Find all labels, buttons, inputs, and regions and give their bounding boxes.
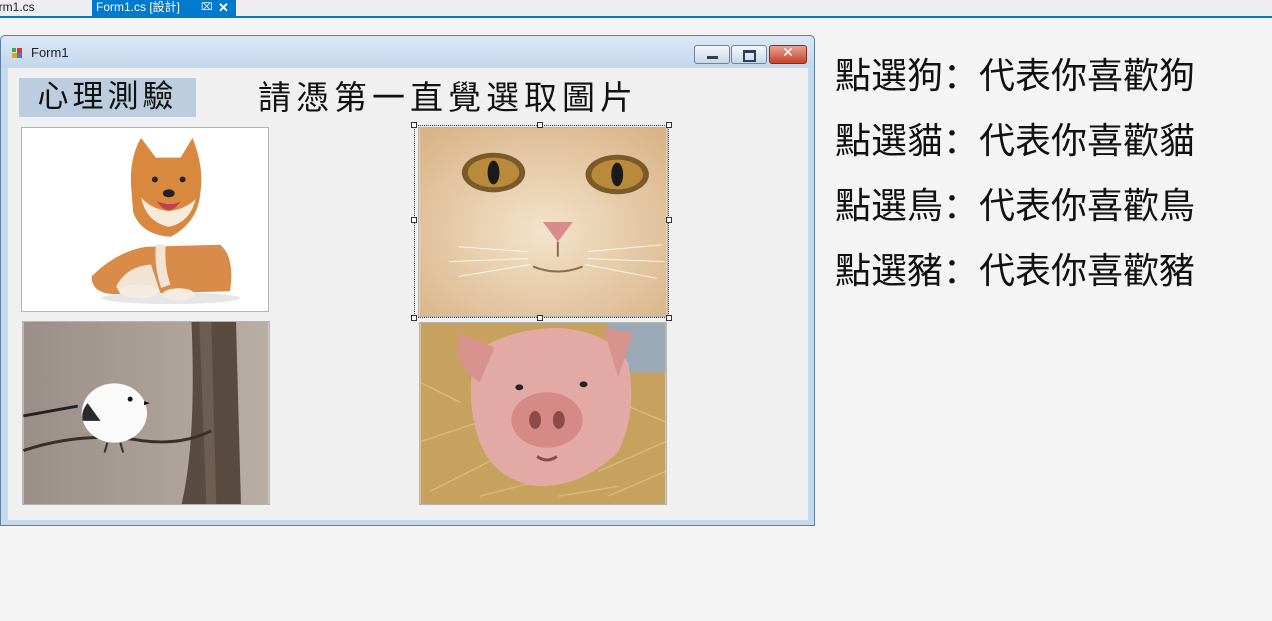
resize-handle[interactable] (411, 122, 417, 128)
form-app-icon (12, 48, 24, 60)
maximize-icon (743, 50, 756, 62)
pin-icon[interactable]: ⌧ (201, 0, 213, 15)
resize-handle[interactable] (411, 315, 417, 321)
form-client-area: 心理測驗 請憑第一直覺選取圖片 (8, 68, 808, 520)
picturebox-bird[interactable] (22, 321, 270, 505)
cat-image (419, 128, 667, 316)
close-button[interactable]: ✕ (769, 45, 807, 64)
legend-line-bird: 點選鳥：代表你喜歡鳥 (835, 186, 1196, 227)
legend-line-pig: 點選豬：代表你喜歡豬 (835, 251, 1196, 292)
minimize-button[interactable] (694, 45, 730, 64)
form1-window[interactable]: Form1 ✕ 心理測驗 請憑第一直覺選取圖片 (0, 35, 815, 526)
tab-form1-designer[interactable]: Form1.cs [設計] ⌧ ✕ (92, 0, 236, 16)
legend-line-dog: 點選狗：代表你喜歡狗 (835, 56, 1196, 97)
close-window-icon: ✕ (782, 45, 794, 61)
picturebox-dog[interactable] (21, 127, 269, 312)
minimize-icon (707, 56, 718, 59)
pig-image (420, 323, 666, 504)
form-titlebar[interactable]: Form1 ✕ (1, 36, 814, 68)
legend-line-cat: 點選貓：代表你喜歡貓 (835, 121, 1196, 162)
label-instruction[interactable]: 請憑第一直覺選取圖片 (258, 78, 638, 117)
legend-block: 點選狗：代表你喜歡狗 點選貓：代表你喜歡貓 點選鳥：代表你喜歡鳥 點選豬：代表你… (835, 55, 1195, 315)
bird-image (23, 322, 269, 504)
tab-form1-designer-label: Form1.cs [設計] (96, 0, 181, 14)
picturebox-cat[interactable] (418, 127, 668, 317)
resize-handle[interactable] (411, 217, 417, 223)
label-psych-test[interactable]: 心理測驗 (19, 78, 196, 117)
picturebox-pig[interactable] (419, 322, 667, 505)
form-title: Form1 (31, 45, 69, 60)
dog-image (22, 128, 268, 311)
document-tab-strip: orm1.cs Form1.cs [設計] ⌧ ✕ (0, 0, 1272, 18)
close-icon[interactable]: ✕ (218, 0, 229, 15)
maximize-button[interactable] (731, 45, 767, 64)
tab-form1-code[interactable]: orm1.cs (0, 0, 92, 16)
